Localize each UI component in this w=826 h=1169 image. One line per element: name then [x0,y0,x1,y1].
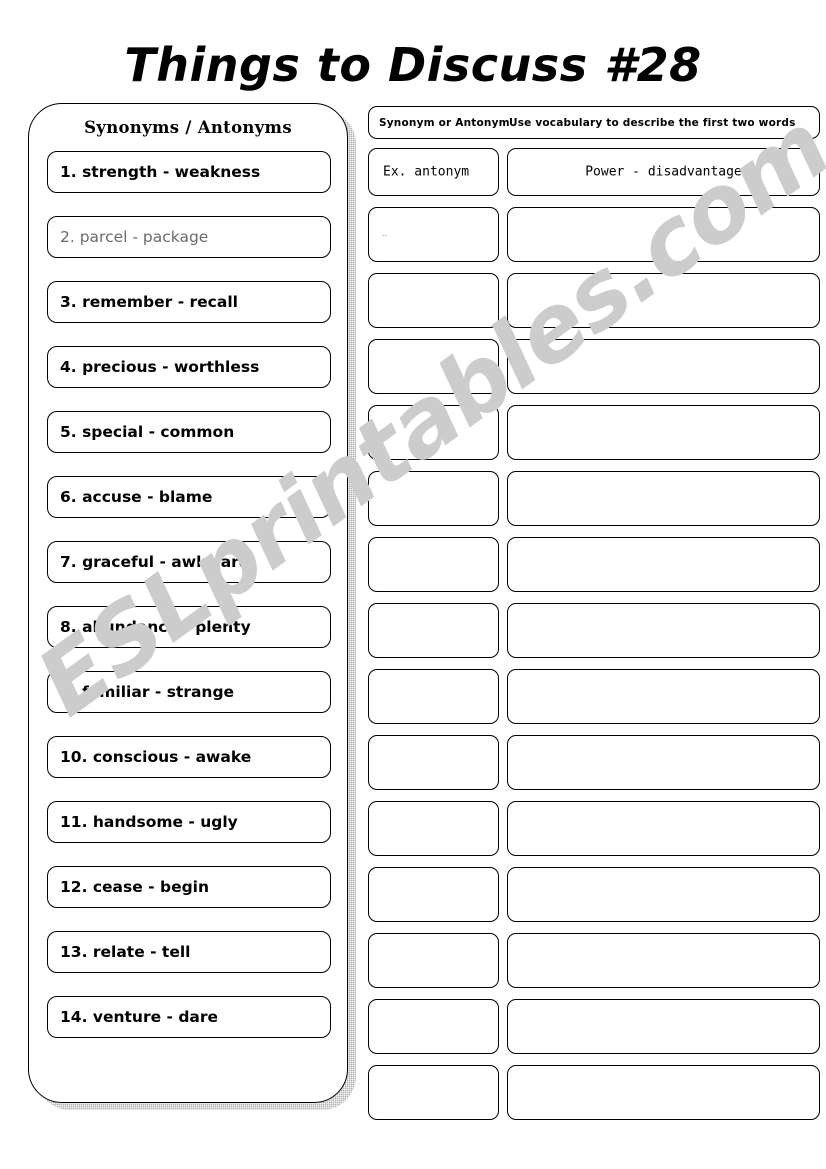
answer-kind-cell[interactable] [368,867,499,922]
answer-kind-cell[interactable] [368,405,499,460]
answer-description-cell[interactable] [507,999,820,1054]
word-pair-text: 3. remember - recall [60,293,238,311]
word-pair-text: 1. strength - weakness [60,163,261,181]
answer-description-cell[interactable] [507,1065,820,1120]
word-pair-box: 3. remember - recall [47,281,331,323]
word-pair-text: 12. cease - begin [60,878,210,896]
answer-row [368,735,820,790]
answer-row [368,471,820,526]
answer-column: Synonym or Antonym Use vocabulary to des… [368,106,820,1131]
answer-description-cell[interactable] [507,207,820,262]
page-title: Things to Discuss #28 [124,38,702,92]
answer-row [368,273,820,328]
word-pair-box: 9. familiar - strange [47,671,331,713]
answer-row: .. [368,207,820,262]
answer-row [368,867,820,922]
word-pair-box: 10. conscious - awake [47,736,331,778]
word-pair-box: 4. precious - worthless [47,346,331,388]
word-pair-text: 10. conscious - awake [60,748,252,766]
word-pair-box: 2. parcel - package [47,216,331,258]
word-pair-box: 11. handsome - ugly [47,801,331,843]
header-label-description: Use vocabulary to describe the first two… [509,116,796,129]
word-pair-text: 2. parcel - package [60,228,209,246]
synonyms-antonyms-panel: Synonyms / Antonyms 1. strength - weakne… [28,103,348,1103]
example-row: Ex. antonym Power - disadvantage [368,148,820,196]
answer-description-cell[interactable] [507,405,820,460]
blank-answer-rows: .. [368,207,820,1120]
example-kind-cell: Ex. antonym [368,148,499,196]
word-pair-text: 14. venture - dare [60,1008,219,1026]
word-pair-text: 7. graceful - awkward [60,553,250,571]
answer-kind-cell[interactable] [368,603,499,658]
word-pair-list: 1. strength - weakness 2. parcel - packag… [47,151,331,1061]
word-pair-box: 13. relate - tell [47,931,331,973]
answer-description-cell[interactable] [507,669,820,724]
word-pair-box: 7. graceful - awkward [47,541,331,583]
answer-description-cell[interactable] [507,339,820,394]
word-pair-box: 12. cease - begin [47,866,331,908]
answer-description-cell[interactable] [507,867,820,922]
answer-kind-cell[interactable] [368,471,499,526]
answer-description-cell[interactable] [507,801,820,856]
word-pair-box: 6. accuse - blame [47,476,331,518]
word-pair-text: 9. familiar - strange [60,683,235,701]
answer-description-cell[interactable] [507,603,820,658]
answer-row [368,537,820,592]
example-kind-text: Ex. antonym [383,164,470,180]
answer-column-header-row: Synonym or Antonym Use vocabulary to des… [368,106,820,139]
answer-kind-cell[interactable] [368,273,499,328]
answer-row [368,1065,820,1120]
answer-kind-cell[interactable] [368,537,499,592]
word-pair-text: 11. handsome - ugly [60,813,238,831]
example-description-text: Power - disadvantage [585,164,742,180]
answer-kind-cell[interactable] [368,999,499,1054]
answer-kind-cell[interactable] [368,339,499,394]
answer-description-cell[interactable] [507,933,820,988]
answer-kind-cell[interactable] [368,933,499,988]
answer-row [368,603,820,658]
header-label-kind: Synonym or Antonym [379,116,510,129]
answer-row [368,669,820,724]
word-pair-text: 4. precious - worthless [60,358,260,376]
answer-description-cell[interactable] [507,735,820,790]
left-panel-heading: Synonyms / Antonyms [84,118,292,137]
word-pair-text: 8. abundance - plenty [60,618,251,636]
answer-kind-cell[interactable] [368,735,499,790]
word-pair-box: 1. strength - weakness [47,151,331,193]
word-pair-text: 13. relate - tell [60,943,191,961]
answer-kind-cell[interactable] [368,801,499,856]
word-pair-box: 8. abundance - plenty [47,606,331,648]
answer-kind-cell[interactable]: .. [368,207,499,262]
word-pair-text: 5. special - common [60,423,235,441]
answer-row [368,801,820,856]
pencil-mark: .. [382,229,388,238]
word-pair-box: 5. special - common [47,411,331,453]
word-pair-text: 6. accuse - blame [60,488,213,506]
answer-description-cell[interactable] [507,273,820,328]
answer-kind-cell[interactable] [368,1065,499,1120]
answer-row [368,933,820,988]
answer-row [368,405,820,460]
answer-kind-cell[interactable] [368,669,499,724]
answer-description-cell[interactable] [507,537,820,592]
answer-row [368,339,820,394]
answer-row [368,999,820,1054]
word-pair-box: 14. venture - dare [47,996,331,1038]
answer-description-cell[interactable] [507,471,820,526]
example-description-cell: Power - disadvantage [507,148,820,196]
answer-column-header-box: Synonym or Antonym Use vocabulary to des… [368,106,820,139]
